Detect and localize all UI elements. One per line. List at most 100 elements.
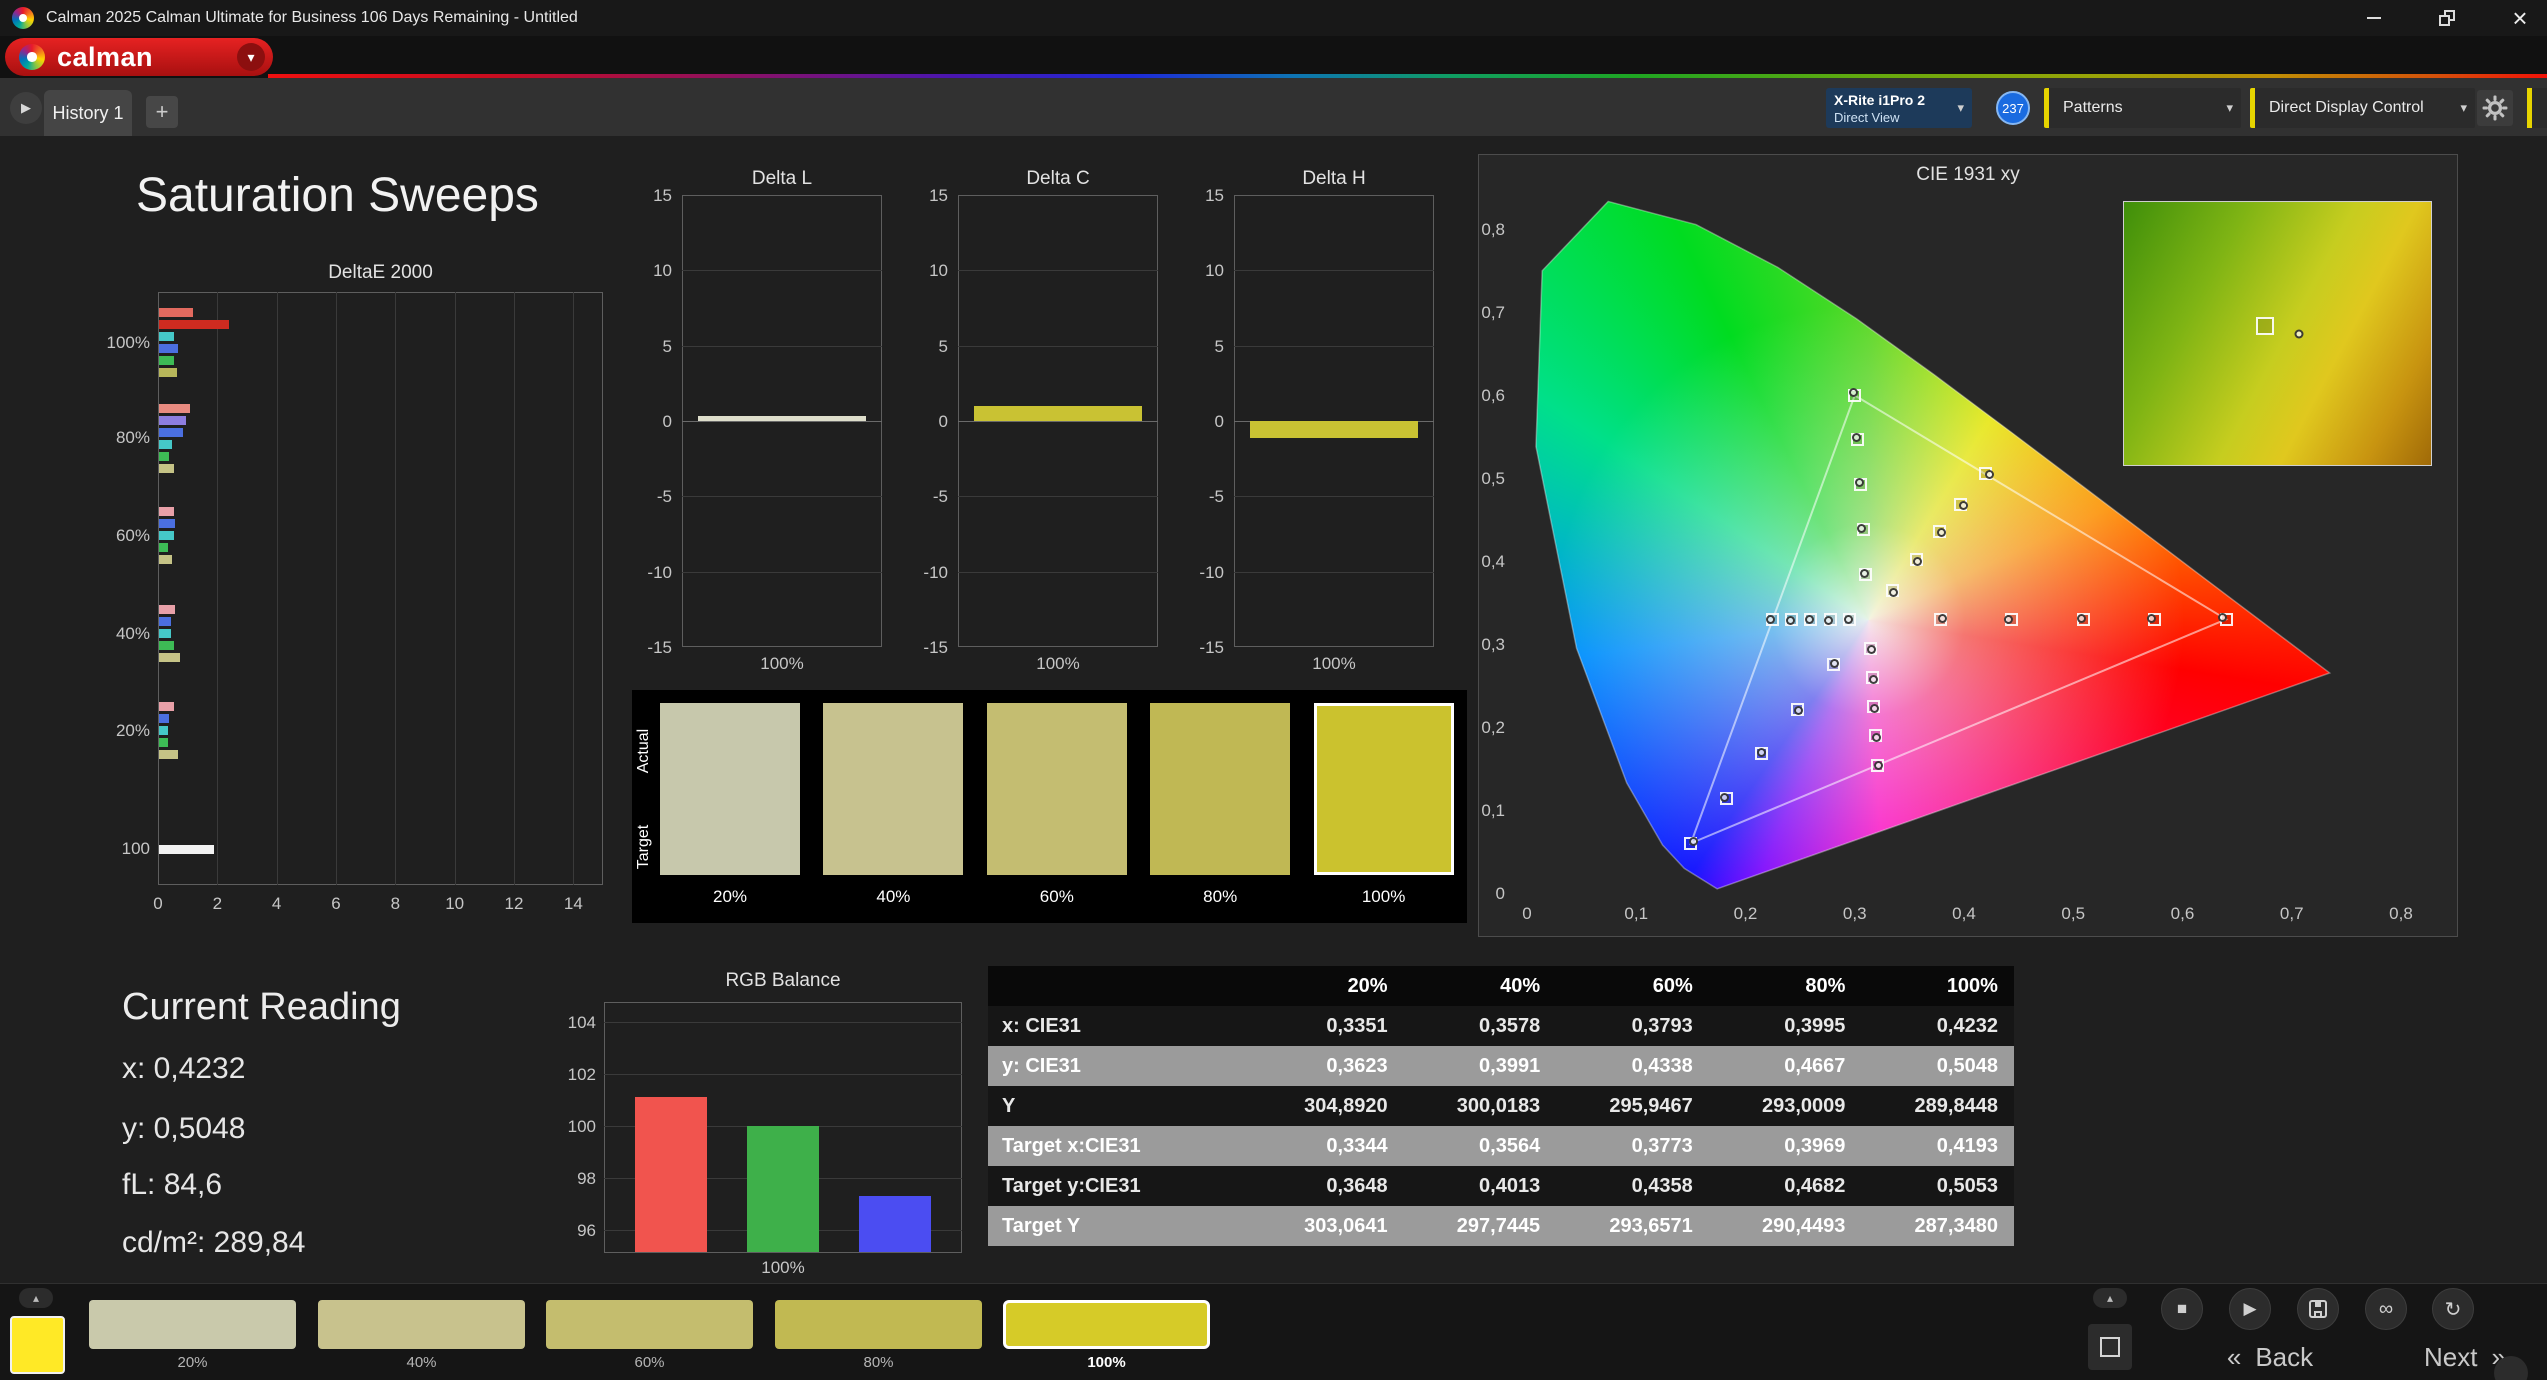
deltae-bar	[159, 415, 186, 425]
rgb-bar-blue	[859, 1196, 931, 1252]
delta-y-tick: -5	[656, 487, 672, 507]
delta-y-tick: -15	[1199, 638, 1224, 657]
delta-bar	[974, 405, 1142, 421]
deltae-chart-title: DeltaE 2000	[328, 262, 433, 283]
pattern-label: 100%	[1087, 1354, 1126, 1371]
delta-y-tick: 0	[662, 412, 672, 431]
tab-history-1[interactable]: History 1	[44, 90, 132, 136]
patterns-label: Patterns	[2063, 99, 2123, 116]
deltae-bar	[159, 344, 179, 354]
delta-bar	[1250, 421, 1418, 438]
delta-y-tick: -10	[647, 562, 672, 582]
cie-measured-marker	[1851, 433, 1861, 443]
stop-icon: ■	[2176, 1299, 2188, 1318]
minimize-button[interactable]	[2347, 0, 2401, 36]
delta-gridline	[682, 345, 882, 347]
delta-y-tick: 15	[1205, 186, 1224, 205]
plus-icon: +	[155, 99, 169, 124]
continuous-measure-button[interactable]: ∞	[2365, 1288, 2407, 1330]
window-title: Calman 2025 Calman Ultimate for Business…	[46, 9, 578, 26]
deltae-x-tick: 8	[390, 894, 401, 913]
chevron-up-icon: ▴	[32, 1291, 40, 1305]
stop-button[interactable]: ■	[2161, 1288, 2203, 1330]
deltae-group-label: 60%	[115, 525, 150, 545]
pattern-button-20%[interactable]	[89, 1300, 296, 1349]
pattern-button-60%[interactable]	[546, 1300, 753, 1349]
save-button[interactable]	[2297, 1288, 2339, 1330]
table-row-label: Target Y	[988, 1206, 1251, 1246]
table-row-label: x: CIE31	[988, 1006, 1251, 1046]
back-button[interactable]: « Back	[2180, 1338, 2360, 1376]
patterns-dropdown[interactable]: Patterns ▾	[2044, 88, 2241, 128]
delta-h-xlabel: 100%	[1312, 654, 1356, 673]
table-cell: 0,4232	[1861, 1006, 2014, 1046]
play-icon: ▶	[2243, 1299, 2257, 1318]
calman-menu-button[interactable]: calman ▾	[5, 38, 273, 76]
delta-y-tick: 5	[1214, 336, 1224, 356]
deltae-gridline	[276, 292, 278, 885]
cie-y-tick: 0,1	[1481, 801, 1505, 820]
side-panel-toggle[interactable]	[2527, 88, 2547, 128]
deltae-group-label: 80%	[115, 428, 150, 448]
deltae-bar	[159, 555, 173, 565]
cie-x-tick: 0,4	[1952, 904, 1976, 923]
deltae-bar	[159, 629, 171, 639]
cie-y-tick: 0	[1495, 884, 1505, 903]
table-cell: 0,4667	[1708, 1046, 1862, 1086]
deltae-bar	[159, 451, 170, 461]
deltae-bar	[159, 738, 168, 748]
active-pattern-swatch[interactable]	[10, 1316, 65, 1374]
display-control-dropdown[interactable]: Direct Display Control ▾	[2250, 88, 2475, 128]
deltae-bar	[159, 332, 174, 342]
deltae-bar	[159, 320, 229, 330]
deltae-gridline	[336, 292, 337, 885]
pattern-button-80%[interactable]	[775, 1300, 982, 1349]
refresh-icon: ↻	[2444, 1298, 2462, 1321]
close-button[interactable]: ×	[2493, 0, 2547, 36]
deltae-x-tick: 4	[271, 894, 282, 913]
table-cell: 0,4682	[1708, 1166, 1862, 1206]
refresh-button[interactable]: ↻	[2432, 1288, 2474, 1330]
table-cell: 0,3773	[1556, 1126, 1709, 1166]
pattern-window-button[interactable]	[2088, 1324, 2132, 1370]
minimize-icon	[2367, 17, 2381, 19]
table-cell: 289,8448	[1861, 1086, 2014, 1126]
maximize-button[interactable]	[2420, 0, 2474, 36]
reading-x: x: 0,4232	[122, 1052, 246, 1085]
rgb-balance-title: RGB Balance	[725, 970, 841, 991]
table-cell: 0,4338	[1556, 1046, 1709, 1086]
delta-y-tick: -10	[1199, 562, 1224, 582]
page-title: Saturation Sweeps	[136, 169, 539, 222]
cie-y-tick: 0,3	[1481, 635, 1505, 654]
add-tab-button[interactable]: +	[146, 96, 178, 128]
table-row-label: Y	[988, 1086, 1251, 1126]
meter-mode: Direct View	[1834, 110, 1900, 125]
display-control-label: Direct Display Control	[2269, 99, 2424, 116]
cie-x-tick: 0,8	[2389, 904, 2413, 923]
table-cell: 0,5053	[1861, 1166, 2014, 1206]
deltae-x-tick: 0	[153, 894, 163, 913]
table-row-label: y: CIE31	[988, 1046, 1251, 1086]
brand-bar	[0, 36, 2547, 112]
delta-gridline	[958, 571, 1158, 573]
meter-dropdown[interactable]: X-Rite i1Pro 2 Direct View ▾	[1826, 88, 1972, 128]
tab-scroll-left-button[interactable]: ▶	[10, 92, 42, 124]
tray-expand-left-button[interactable]: ▴	[19, 1288, 53, 1308]
deltae-group-label: 20%	[115, 720, 150, 740]
deltae-group-label: 100%	[106, 332, 150, 352]
pattern-button-100%[interactable]	[1003, 1300, 1210, 1349]
pattern-button-40%[interactable]	[318, 1300, 525, 1349]
deltae-x-tick: 10	[445, 894, 465, 913]
sweep-swatch-60%	[986, 703, 1127, 875]
deltae-bar	[159, 463, 174, 473]
calman-menu-chevron[interactable]: ▾	[237, 43, 265, 71]
delta-y-tick: -5	[1208, 487, 1224, 507]
delta-y-tick: 5	[662, 336, 672, 356]
settings-button[interactable]	[2477, 90, 2513, 126]
tab-label: History 1	[52, 102, 124, 123]
tray-expand-right-button[interactable]: ▴	[2093, 1288, 2127, 1308]
play-button[interactable]: ▶	[2229, 1288, 2271, 1330]
reading-cdm2: cd/m²: 289,84	[122, 1226, 306, 1259]
cie-measured-marker	[1859, 568, 1869, 578]
cie-y-tick: 0,8	[1481, 220, 1505, 239]
